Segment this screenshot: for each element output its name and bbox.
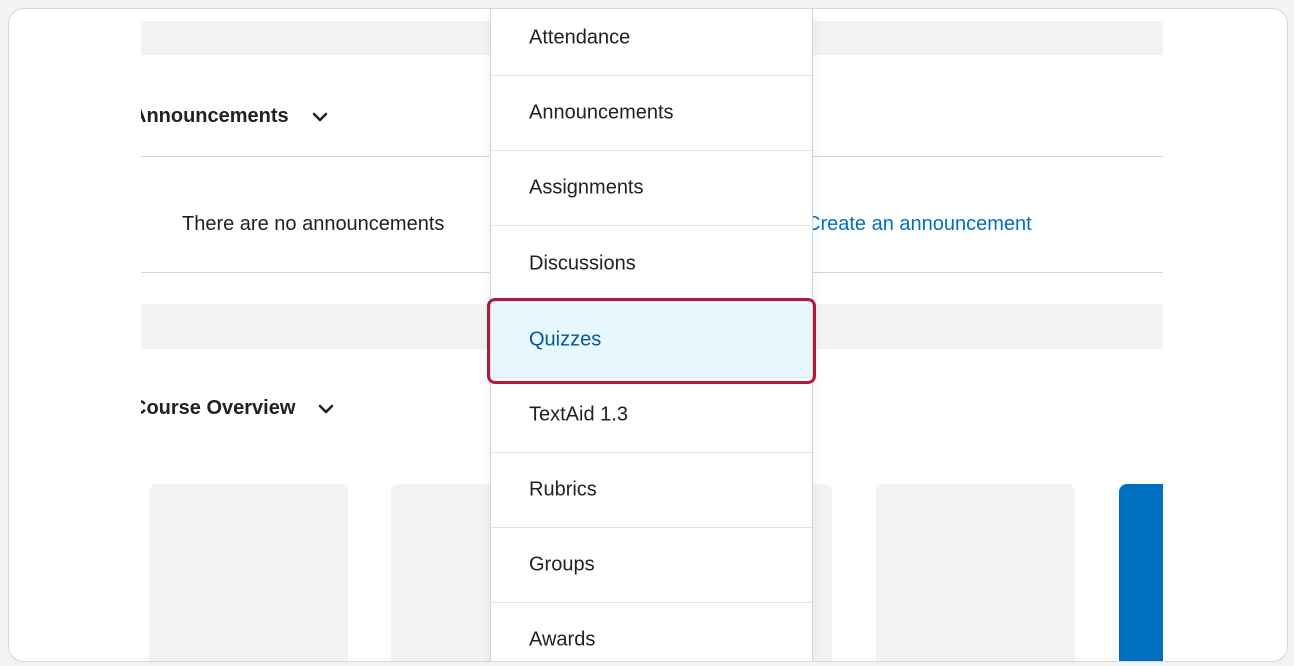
- menu-item-attendance[interactable]: Attendance: [491, 9, 812, 76]
- menu-item-groups[interactable]: Groups: [491, 528, 812, 603]
- menu-item-discussions[interactable]: Discussions: [491, 227, 812, 302]
- tools-dropdown-menu: Attendance Announcements Assignments Dis…: [490, 9, 813, 661]
- menu-item-rubrics[interactable]: Rubrics: [491, 453, 812, 528]
- menu-item-label: Announcements: [529, 101, 674, 124]
- menu-item-label: Rubrics: [529, 478, 597, 501]
- menu-item-announcements[interactable]: Announcements: [491, 76, 812, 151]
- course-overview-card[interactable]: [149, 484, 348, 661]
- menu-item-assignments[interactable]: Assignments: [491, 151, 812, 226]
- course-overview-widget-header[interactable]: Course Overview: [141, 397, 335, 420]
- screenshot-frame: Announcements There are no announcements…: [8, 8, 1288, 662]
- course-overview-widget-title: Course Overview: [141, 397, 296, 419]
- menu-item-quizzes[interactable]: Quizzes: [491, 303, 812, 378]
- menu-item-label: Groups: [529, 553, 595, 576]
- menu-item-awards[interactable]: Awards: [491, 603, 812, 661]
- announcements-widget-header[interactable]: Announcements: [141, 105, 329, 128]
- course-overview-card-active[interactable]: [1119, 484, 1163, 661]
- menu-item-label: Quizzes: [529, 328, 602, 351]
- menu-item-label: Awards: [529, 628, 596, 651]
- menu-item-label: TextAid 1.3: [529, 403, 628, 426]
- menu-item-label: Assignments: [529, 176, 644, 199]
- menu-item-textaid[interactable]: TextAid 1.3: [491, 378, 812, 453]
- menu-item-label: Discussions: [529, 252, 636, 275]
- chevron-down-icon[interactable]: [311, 108, 329, 126]
- announcements-empty-message: There are no announcements: [182, 213, 445, 235]
- menu-item-label: Attendance: [529, 26, 631, 49]
- course-overview-card[interactable]: [876, 484, 1075, 661]
- chevron-down-icon[interactable]: [317, 400, 335, 418]
- create-announcement-link[interactable]: Create an announcement: [806, 213, 1032, 236]
- announcements-widget-title: Announcements: [141, 105, 289, 127]
